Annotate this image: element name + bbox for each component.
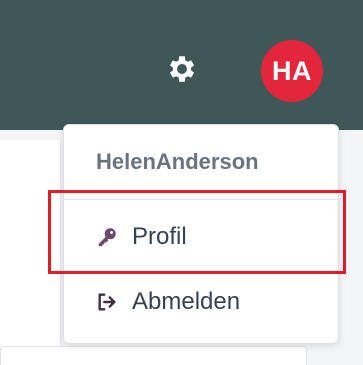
menu-item-label: Abmelden — [132, 288, 241, 315]
content-card — [0, 346, 307, 365]
menu-item-abmelden[interactable]: Abmelden — [64, 270, 338, 334]
gear-icon[interactable] — [163, 50, 201, 88]
app-page: HA HelenAnderson Profil Abmelden — [0, 0, 363, 365]
highlight-box — [48, 190, 346, 274]
dropdown-username: HelenAnderson — [96, 149, 259, 174]
avatar-initials: HA — [272, 55, 312, 86]
top-navbar: HA — [0, 0, 363, 130]
user-avatar[interactable]: HA — [261, 40, 323, 102]
sign-out-icon — [96, 291, 118, 313]
